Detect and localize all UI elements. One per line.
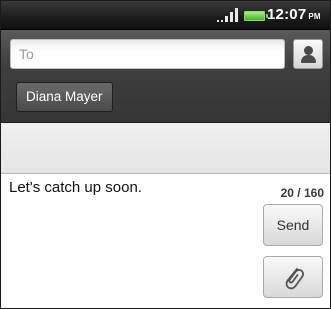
clock-ampm: PM: [308, 12, 321, 21]
attach-button[interactable]: [263, 256, 323, 298]
person-icon: [304, 46, 313, 55]
person-icon-body: [301, 55, 316, 63]
status-bar: 12:07 PM: [1, 1, 330, 30]
recipients-header: Diana Mayer: [1, 30, 330, 123]
compose-area: Let's catch up soon. 20 / 160 Send: [1, 174, 330, 308]
conversation-thread: [1, 123, 330, 174]
message-compose-screen: 12:07PM Diana Mayer Let's catch up soon.…: [0, 0, 331, 309]
message-field[interactable]: Let's catch up soon.: [9, 179, 249, 196]
recipient-chip[interactable]: Diana Mayer: [16, 82, 113, 112]
clock-time: 12:07: [267, 6, 307, 23]
signal-icon: [217, 8, 239, 22]
clock: 12:07 PM: [267, 6, 321, 23]
to-input[interactable]: [10, 39, 285, 69]
battery-icon: [244, 11, 268, 21]
paperclip-icon: [285, 268, 304, 290]
add-contact-button[interactable]: [293, 39, 323, 69]
character-counter: 20 / 160: [280, 186, 324, 200]
send-button[interactable]: Send: [263, 204, 323, 246]
